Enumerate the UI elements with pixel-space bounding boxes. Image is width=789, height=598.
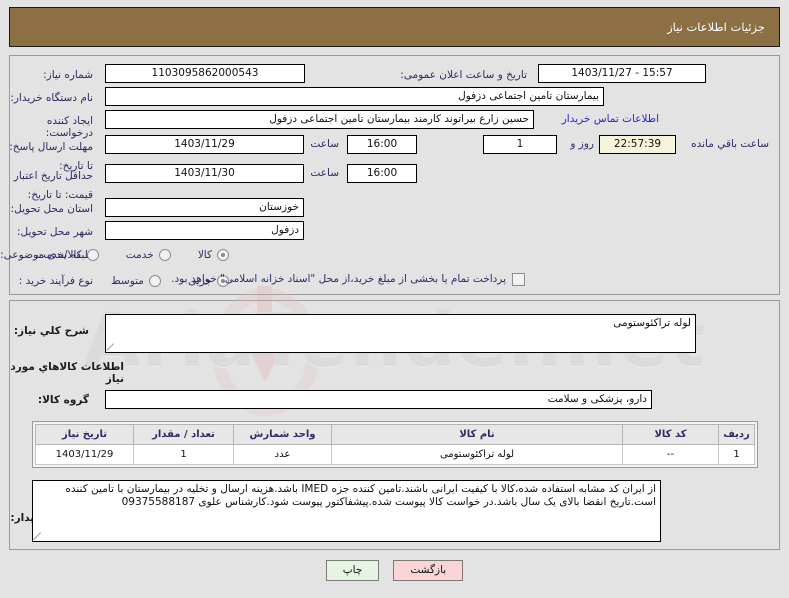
col-unit: واحد شمارش: [233, 424, 332, 445]
reply-deadline-date-field[interactable]: 1403/11/29: [105, 135, 304, 154]
goods-table: ردیف کد کالا نام کالا واحد شمارش تعداد /…: [35, 424, 755, 465]
cell-index: 1: [718, 444, 755, 465]
process-option-medium-label: متوسط: [110, 275, 144, 287]
print-button[interactable]: چاپ: [325, 560, 380, 581]
table-row: 1 -- لوله تراکئوستومی عدد 1 1403/11/29: [35, 444, 755, 465]
buyer-org-row: نام دستگاه خریدار:: [10, 89, 93, 104]
bottom-button-bar: بازگشت چاپ: [0, 560, 789, 581]
goods-section-heading: اطلاعات کالاهاي مورد نیاز: [10, 361, 124, 385]
resize-grip-icon-notes[interactable]: [34, 531, 43, 540]
radio-icon-goods[interactable]: [217, 249, 229, 261]
checkbox-icon-treasury[interactable]: [512, 272, 525, 286]
creator-field[interactable]: حسین زارع بیراتوند کارمند بیمارستان تامی…: [105, 110, 534, 129]
back-button[interactable]: بازگشت: [393, 560, 464, 581]
page-root: AriaTender.net جزئیات اطلاعات نیاز شماره…: [0, 0, 789, 598]
province-field[interactable]: خوزستان: [105, 198, 304, 217]
cell-code: --: [622, 444, 719, 465]
cell-name: لوله تراکئوستومی: [331, 444, 623, 465]
page-title: جزئیات اطلاعات نیاز: [667, 20, 765, 34]
buyer-org-field[interactable]: بیمارستان تامین اجتماعی دزفول: [105, 87, 604, 106]
remaining-days-field: 1: [483, 135, 557, 154]
buyer-notes-value: از ایران کد مشابه استفاده شده،کالا با کی…: [65, 483, 656, 508]
buyer-contact-link[interactable]: اطلاعات تماس خریدار: [562, 110, 659, 129]
table-header-row: ردیف کد کالا نام کالا واحد شمارش تعداد /…: [35, 424, 755, 445]
category-option-goods-service-label: کالا/خدمت: [36, 249, 82, 261]
buyer-org-label: نام دستگاه خریدار:: [10, 92, 93, 104]
category-option-goods[interactable]: کالا: [198, 249, 229, 261]
goods-table-wrapper: ردیف کد کالا نام کالا واحد شمارش تعداد /…: [32, 421, 758, 468]
process-option-medium[interactable]: متوسط: [111, 275, 161, 287]
announce-row: تاریخ و ساعت اعلان عمومی:: [400, 66, 527, 81]
remaining-time-label: ساعت باقي مانده: [691, 138, 769, 150]
category-option-service[interactable]: خدمت: [126, 249, 171, 261]
radio-icon-medium[interactable]: [148, 275, 161, 287]
category-option-goods-service[interactable]: کالا/خدمت: [36, 249, 99, 261]
remaining-time-field: 22:57:39: [599, 135, 676, 154]
need-number-field[interactable]: 1103095862000543: [105, 64, 305, 83]
process-type-label: نوع فرآیند خرید :: [18, 275, 93, 287]
resize-grip-icon[interactable]: [107, 342, 116, 351]
announce-label: تاریخ و ساعت اعلان عمومی:: [400, 69, 527, 81]
col-code: کد کالا: [622, 424, 719, 445]
summary-label: شرح کلي نیاز:: [13, 325, 89, 337]
reply-deadline-hour-field[interactable]: 16:00: [347, 135, 417, 154]
summary-value: لوله تراکئوستومی: [613, 317, 691, 329]
cell-quantity: 1: [133, 444, 234, 465]
city-field[interactable]: دزفول: [105, 221, 304, 240]
price-validity-label: حداقل تاریخ اعتبار قیمت: تا تاریخ:: [13, 170, 93, 201]
need-number-label: شماره نیاز:: [43, 69, 93, 81]
price-validity-hour-field[interactable]: 16:00: [347, 164, 417, 183]
cell-unit: عدد: [233, 444, 332, 465]
category-option-goods-label: کالا: [197, 249, 212, 261]
cell-need-date: 1403/11/29: [35, 444, 134, 465]
summary-textarea[interactable]: لوله تراکئوستومی: [105, 314, 696, 353]
treasury-checkbox-label: پرداخت تمام یا بخشی از مبلغ خرید،از محل …: [171, 273, 506, 285]
city-row: شهر محل تحویل:: [17, 223, 93, 238]
city-label: شهر محل تحویل:: [17, 226, 93, 238]
province-label: استان محل تحویل:: [10, 203, 93, 215]
col-index: ردیف: [718, 424, 755, 445]
page-title-bar: جزئیات اطلاعات نیاز: [9, 7, 780, 47]
reply-deadline-hour-label: ساعت: [310, 138, 339, 150]
category-option-service-label: خدمت: [125, 249, 154, 261]
price-validity-row: حداقل تاریخ اعتبار قیمت: تا تاریخ:: [7, 164, 93, 202]
process-type-row: نوع فرآیند خرید :: [19, 272, 93, 287]
col-quantity: تعداد / مقدار: [133, 424, 234, 445]
goods-group-label: گروه کالا:: [37, 394, 89, 406]
remaining-days-label: روز و: [570, 138, 594, 150]
price-validity-date-field[interactable]: 1403/11/30: [105, 164, 304, 183]
announce-datetime-field[interactable]: 15:57 - 1403/11/27: [538, 64, 706, 83]
province-row: استان محل تحویل:: [11, 200, 93, 215]
goods-group-field[interactable]: دارو، پزشکی و سلامت: [105, 390, 652, 409]
need-number-row: شماره نیاز:: [43, 66, 93, 81]
radio-icon-goods-service[interactable]: [86, 249, 99, 261]
treasury-checkbox-row[interactable]: پرداخت تمام یا بخشی از مبلغ خرید،از محل …: [171, 272, 525, 286]
category-options: کالا خدمت کالا/خدمت: [14, 246, 229, 265]
radio-icon-service[interactable]: [158, 249, 171, 261]
col-name: نام کالا: [331, 424, 623, 445]
buyer-notes-textarea[interactable]: از ایران کد مشابه استفاده شده،کالا با کی…: [32, 480, 661, 542]
col-need-date: تاریخ نیاز: [35, 424, 134, 445]
price-validity-hour-label: ساعت: [310, 167, 339, 179]
